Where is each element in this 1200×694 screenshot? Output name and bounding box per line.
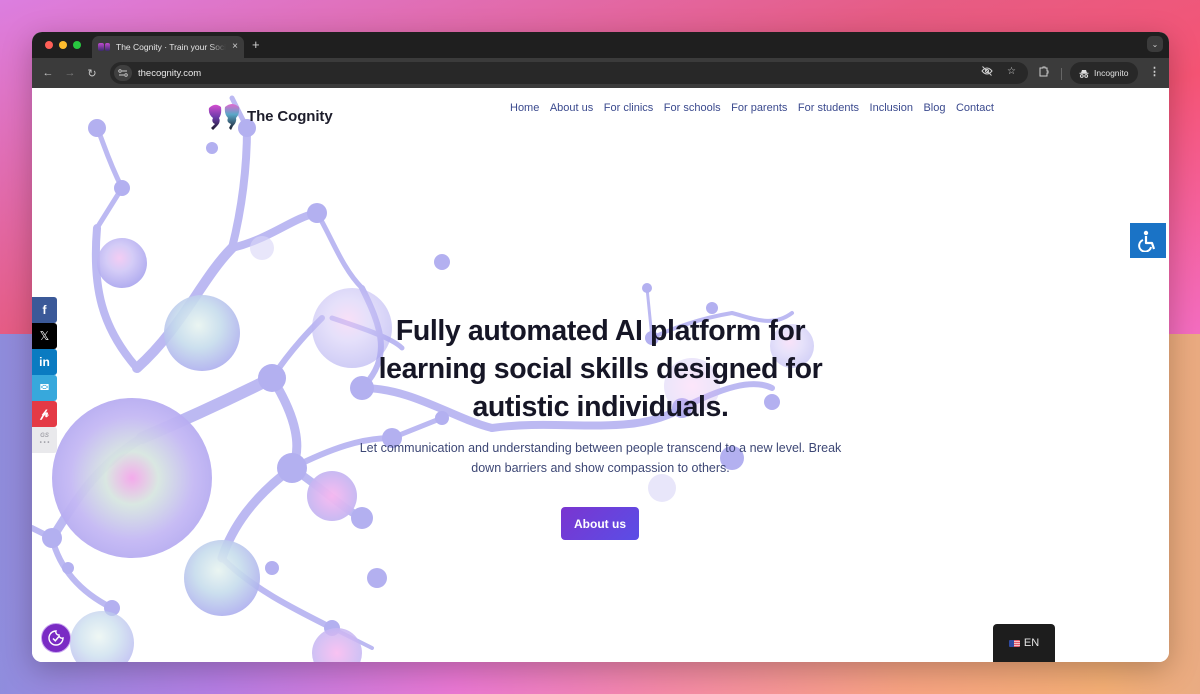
maximize-window-button[interactable]: [73, 41, 81, 49]
main-nav: Home About us For clinics For schools Fo…: [510, 102, 994, 114]
pinterest-share-button[interactable]: 𝓅: [32, 401, 57, 427]
language-label: EN: [1023, 637, 1040, 649]
nav-blog[interactable]: Blog: [923, 102, 945, 114]
nav-for-students[interactable]: For students: [798, 102, 859, 114]
grow-social-icon: GS: [40, 432, 49, 439]
facebook-share-button[interactable]: f: [32, 297, 57, 323]
site-logo[interactable]: The Cognity: [205, 100, 333, 132]
nav-contact[interactable]: Contact: [956, 102, 994, 114]
hero-title-line: Fully automated AI platform for: [395, 315, 806, 347]
linkedin-icon: in: [39, 354, 50, 369]
bookmark-star-icon[interactable]: ☆: [1007, 66, 1016, 79]
eye-off-icon[interactable]: [981, 66, 993, 79]
incognito-icon: [1079, 69, 1089, 78]
facebook-icon: f: [42, 302, 47, 317]
extensions-icon[interactable]: [1038, 66, 1049, 80]
language-switcher[interactable]: EN: [993, 624, 1055, 662]
x-share-button[interactable]: 𝕏: [32, 323, 57, 349]
url-text[interactable]: thecognity.com: [138, 68, 201, 79]
tab-strip: The Cognity · Train your Social × + ⌄: [32, 32, 1169, 58]
tab-search-button[interactable]: ⌄: [1147, 36, 1163, 52]
nav-for-parents[interactable]: For parents: [731, 102, 787, 114]
cookie-consent-button[interactable]: [41, 623, 71, 653]
us-flag-icon: [1008, 639, 1020, 647]
hero-title-line: autistic individuals.: [472, 391, 729, 423]
email-share-button[interactable]: ✉: [32, 375, 57, 401]
favicon-icon: [98, 43, 110, 51]
incognito-label: Incognito: [1094, 68, 1129, 78]
nav-home[interactable]: Home: [510, 102, 539, 114]
hero-subtitle-line: Let communication and understanding betw…: [359, 441, 842, 455]
logo-text: The Cognity: [247, 107, 333, 125]
pinterest-icon: 𝓅: [40, 406, 49, 421]
linkedin-share-button[interactable]: in: [32, 349, 57, 375]
incognito-indicator[interactable]: Incognito: [1070, 62, 1138, 84]
browser-window: The Cognity · Train your Social × + ⌄ ← …: [32, 32, 1169, 662]
minimize-window-button[interactable]: [59, 41, 67, 49]
back-button[interactable]: ←: [37, 67, 59, 79]
hero-subtitle: Let communication and understanding betw…: [32, 438, 1169, 478]
nav-for-clinics[interactable]: For clinics: [604, 102, 654, 114]
accessibility-button[interactable]: [1130, 223, 1166, 258]
x-icon: 𝕏: [39, 328, 50, 343]
more-share-button[interactable]: GS • • •: [32, 427, 57, 453]
address-bar[interactable]: thecognity.com ☆: [110, 62, 1028, 84]
wheelchair-icon: [1138, 230, 1156, 252]
nav-about-us[interactable]: About us: [550, 102, 593, 114]
reload-button[interactable]: ↻: [81, 67, 103, 80]
site-info-icon[interactable]: [114, 65, 132, 81]
close-window-button[interactable]: [45, 41, 53, 49]
browser-menu-icon[interactable]: ⋮: [1149, 65, 1160, 78]
new-tab-button[interactable]: +: [252, 37, 260, 52]
hero-title-line: learning social skills designed for: [378, 353, 823, 385]
email-icon: ✉: [39, 382, 50, 395]
logo-icon: [208, 104, 240, 130]
toolbar-divider: [1061, 68, 1062, 80]
tab-title: The Cognity · Train your Social: [116, 42, 227, 52]
hero-subtitle-line: down barriers and show compassion to oth…: [471, 461, 730, 475]
window-controls: [45, 41, 81, 49]
cookie-check-icon: [48, 630, 64, 646]
hero-title: Fully automated AI platform for learning…: [32, 312, 1169, 426]
browser-toolbar: ← → ↻ thecognity.com ☆ Incognito ⋮: [32, 58, 1169, 88]
forward-button[interactable]: →: [59, 67, 81, 79]
browser-tab-active[interactable]: The Cognity · Train your Social ×: [92, 36, 244, 58]
more-dots-icon: • • •: [39, 439, 50, 446]
site-header: The Cognity Home About us For clinics Fo…: [32, 88, 1169, 146]
web-page: The Cognity Home About us For clinics Fo…: [32, 88, 1169, 662]
social-share-bar: f 𝕏 in ✉ 𝓅 GS • • •: [32, 297, 57, 453]
nav-inclusion[interactable]: Inclusion: [870, 102, 913, 114]
about-us-button[interactable]: About us: [561, 507, 639, 540]
close-tab-icon[interactable]: ×: [232, 42, 238, 52]
nav-for-schools[interactable]: For schools: [664, 102, 721, 114]
